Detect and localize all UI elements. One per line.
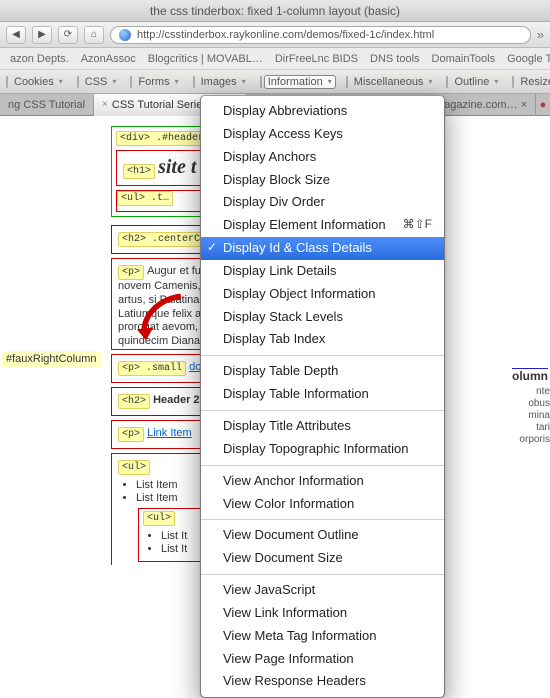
images-icon[interactable] <box>193 76 195 88</box>
menu-item[interactable]: View Document Outline <box>201 524 444 547</box>
menu-item[interactable]: Display Div Order <box>201 191 444 214</box>
menu-item[interactable]: View Color Information <box>201 493 444 516</box>
nested-ul-badge: <ul> <box>143 511 175 526</box>
menu-item[interactable]: Display Element Information⌘⇧F <box>201 214 444 237</box>
ul-badge: <ul> .t… <box>117 191 173 206</box>
tb-images[interactable]: Images▾ <box>197 75 250 89</box>
menu-item[interactable]: Display Link Details <box>201 260 444 283</box>
callout-arrow-icon <box>135 289 190 344</box>
menu-item[interactable]: View Anchor Information <box>201 470 444 493</box>
bookmark-item[interactable]: Google Trends <box>503 52 550 66</box>
callout-fauxrightcolumn: #fauxRightColumn <box>2 351 101 367</box>
reload-button[interactable]: ⟳ <box>58 26 78 44</box>
tb-outline[interactable]: Outline▾ <box>450 75 502 89</box>
information-menu: Display AbbreviationsDisplay Access Keys… <box>200 95 445 698</box>
tab-indicator-icon: ● <box>536 99 550 111</box>
menu-item[interactable]: Display Object Information <box>201 283 444 306</box>
div-badge: <div> .#header <box>116 131 208 146</box>
bookmark-item[interactable]: DirFreeLnc BIDS <box>271 52 362 66</box>
disable-icon[interactable] <box>6 76 8 88</box>
menu-item[interactable]: Display Tab Index <box>201 328 444 351</box>
globe-icon <box>119 29 131 41</box>
h1-badge: <h1> <box>123 164 155 179</box>
tab-next[interactable]: agazine.com… × <box>436 94 536 116</box>
tb-resize[interactable]: Resize▾ <box>516 75 550 89</box>
window-titlebar: the css tinderbox: fixed 1-column layout… <box>0 0 550 22</box>
resize-icon[interactable] <box>512 76 514 88</box>
small-badge: <p> .small <box>118 361 186 376</box>
menu-item[interactable]: Display Title Attributes <box>201 415 444 438</box>
tb-css[interactable]: CSS▾ <box>81 75 121 89</box>
css-icon[interactable] <box>77 76 79 88</box>
ul-list-badge: <ul> <box>118 460 150 475</box>
menu-item[interactable]: View JavaScript <box>201 579 444 602</box>
bookmark-item[interactable]: DNS tools <box>366 52 424 66</box>
bookmark-item[interactable]: azon Depts. <box>6 52 73 66</box>
nav-toolbar: ◀ ▶ ⟳ ⌂ http://csstinderbox.raykonline.c… <box>0 22 550 48</box>
forms-icon[interactable] <box>130 76 132 88</box>
menu-item[interactable]: Display Topographic Information <box>201 438 444 461</box>
menu-item[interactable]: View Link Information <box>201 602 444 625</box>
menu-item[interactable]: Display Stack Levels <box>201 306 444 329</box>
header2-text: Header 2 <box>153 394 199 406</box>
menu-item[interactable]: Display Table Information <box>201 383 444 406</box>
tb-miscellaneous[interactable]: Miscellaneous▾ <box>350 75 437 89</box>
right-column-text: nte obus mina tari orporis <box>510 386 550 446</box>
menu-item[interactable]: Display Anchors <box>201 146 444 169</box>
tab-close-icon[interactable]: × <box>102 94 108 116</box>
menu-shortcut: ⌘⇧F <box>403 216 432 233</box>
tb-information[interactable]: Information▾ <box>264 75 336 89</box>
address-bar[interactable]: http://csstinderbox.raykonline.com/demos… <box>110 26 531 44</box>
bookmarks-bar: azon Depts. AzonAssoc Blogcritics | MOVA… <box>0 48 550 70</box>
rss-icon[interactable]: » <box>537 27 544 42</box>
tb-forms[interactable]: Forms▾ <box>134 75 182 89</box>
menu-item[interactable]: View Response Headers <box>201 670 444 693</box>
home-button[interactable]: ⌂ <box>84 26 104 44</box>
tb-cookies[interactable]: Cookies▾ <box>10 75 67 89</box>
menu-item[interactable]: Display Id & Class Details <box>201 237 444 260</box>
menu-item[interactable]: Display Block Size <box>201 169 444 192</box>
menu-item[interactable]: View Meta Tag Information <box>201 625 444 648</box>
menu-item[interactable]: View Page Information <box>201 648 444 671</box>
browser-window: the css tinderbox: fixed 1-column layout… <box>0 0 550 565</box>
p-badge: <p> <box>118 265 144 280</box>
outline-icon[interactable] <box>446 76 448 88</box>
menu-item[interactable]: Display Abbreviations <box>201 100 444 123</box>
bookmark-item[interactable]: AzonAssoc <box>77 52 140 66</box>
window-title: the css tinderbox: fixed 1-column layout… <box>150 4 400 18</box>
site-title: site t <box>158 156 196 178</box>
address-url: http://csstinderbox.raykonline.com/demos… <box>137 29 434 41</box>
h2-badge-2: <h2> <box>118 394 150 409</box>
developer-toolbar: Cookies▾ CSS▾ Forms▾ Images▾ Information… <box>0 70 550 94</box>
forward-button[interactable]: ▶ <box>32 26 52 44</box>
info-icon[interactable] <box>260 76 262 88</box>
right-column-heading: olumn <box>512 368 548 383</box>
menu-item[interactable]: View Document Size <box>201 547 444 570</box>
p-link-badge: <p> <box>118 427 144 442</box>
misc-icon[interactable] <box>346 76 348 88</box>
chevron-down-icon: ▾ <box>59 77 63 86</box>
bookmark-item[interactable]: Blogcritics | MOVABL… <box>144 52 267 66</box>
menu-item[interactable]: Display Access Keys <box>201 123 444 146</box>
menu-item[interactable]: Display Table Depth <box>201 360 444 383</box>
link-item[interactable]: Link Item <box>147 427 192 439</box>
bookmark-item[interactable]: DomainTools <box>428 52 500 66</box>
back-button[interactable]: ◀ <box>6 26 26 44</box>
tab-prev[interactable]: ng CSS Tutorial <box>0 94 94 116</box>
